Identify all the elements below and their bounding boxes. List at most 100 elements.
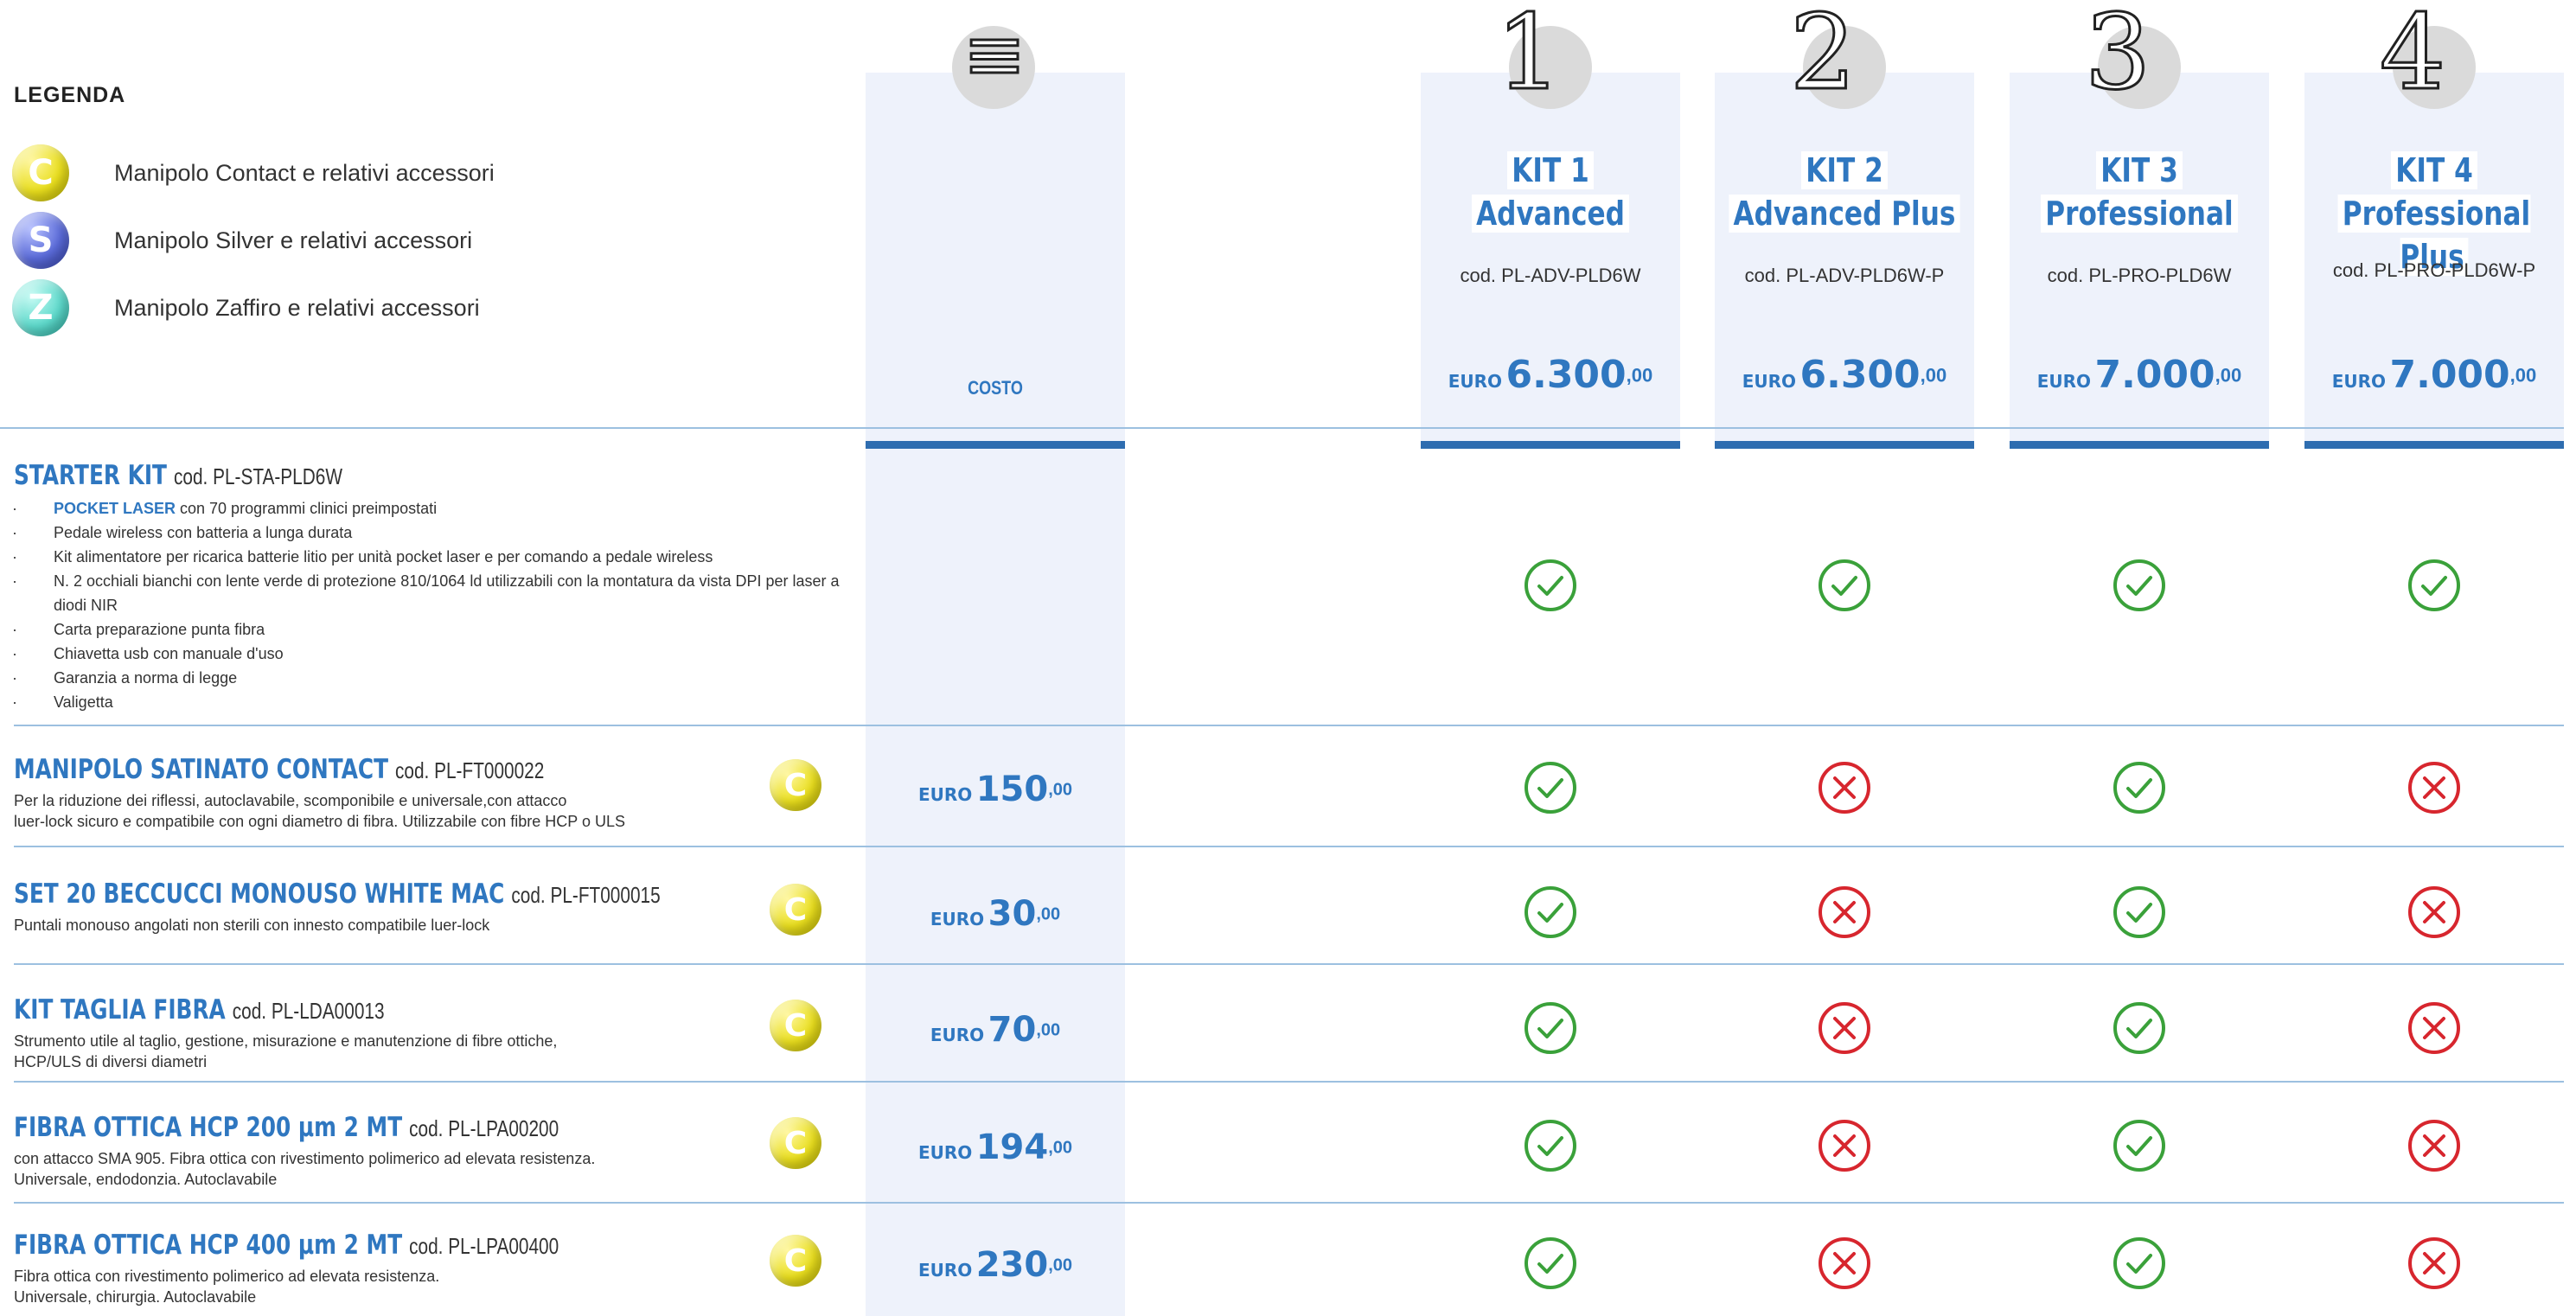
- product-code: cod. PL-FT000022: [395, 757, 545, 783]
- starter-bullet: Garanzia a norma di legge: [12, 666, 842, 690]
- product-desc-line: luer-lock sicuro e compatibile con ogni …: [14, 813, 625, 830]
- kit-price-currency: EURO: [1448, 371, 1503, 392]
- check-icon: [2113, 559, 2166, 612]
- kit-column-bar: [1715, 441, 1974, 449]
- product-description: Puntali monouso angolati non sterili con…: [14, 915, 757, 936]
- product-name: MANIPOLO SATINATO CONTACT: [14, 754, 389, 785]
- kit-price-cents: ,00: [1920, 364, 1947, 386]
- kit-price: EURO 6.300,00: [1421, 353, 1680, 397]
- cross-icon: [1818, 885, 1871, 939]
- kit-name: KIT 2: [1801, 151, 1888, 189]
- kit-price-amount: 7.000: [2094, 353, 2215, 397]
- product-code: cod. PL-LPA00200: [409, 1115, 559, 1141]
- product-price-amount: 70: [988, 1010, 1037, 1050]
- starter-bullet-text: Pedale wireless con batteria a lunga dur…: [54, 524, 353, 541]
- handpiece-s-icon: S: [12, 212, 69, 269]
- product-price-currency: EURO: [930, 1025, 985, 1045]
- row-divider: [14, 846, 2564, 847]
- product-price: EURO 70,00: [866, 1010, 1125, 1050]
- product-desc-line: HCP/ULS di diversi diametri: [14, 1053, 208, 1070]
- kit-title-line2: Advanced Plus: [1724, 192, 1966, 235]
- starter-bullet: Chiavetta usb con manuale d'uso: [12, 642, 842, 666]
- handpiece-contact-icon: C: [770, 884, 821, 936]
- header-divider: [0, 427, 2564, 429]
- check-icon: [1524, 1001, 1577, 1055]
- legend-item: S Manipolo Silver e relativi accessori: [12, 209, 472, 272]
- starter-bullet-text: N. 2 occhiali bianchi con lente verde di…: [54, 572, 840, 614]
- starter-code: cod. PL-STA-PLD6W: [173, 463, 342, 489]
- kit-number: 4: [2378, 0, 2446, 113]
- product-code: cod. PL-FT000015: [511, 882, 661, 908]
- starter-bullet: N. 2 occhiali bianchi con lente verde di…: [12, 569, 842, 617]
- product-code: cod. PL-LDA00013: [232, 998, 385, 1024]
- row-divider: [14, 963, 2564, 965]
- legend-item: C Manipolo Contact e relativi accessori: [12, 142, 495, 204]
- kit-number: 1: [1494, 0, 1563, 113]
- row-divider: [14, 1202, 2564, 1204]
- handpiece-c-icon: C: [12, 144, 69, 201]
- cross-icon: [1818, 1236, 1871, 1290]
- starter-bullet-text: Garanzia a norma di legge: [54, 669, 238, 687]
- kit-code: cod. PL-PRO-PLD6W-P: [2332, 259, 2536, 281]
- product-price-amount: 230: [975, 1245, 1049, 1285]
- check-icon: [2113, 1001, 2166, 1055]
- product-desc-line: con attacco SMA 905. Fibra ottica con ri…: [14, 1150, 596, 1167]
- cost-column-label: COSTO: [968, 377, 1023, 399]
- product-title: SET 20 BECCUCCI MONOUSO WHITE MAC cod. PL…: [14, 878, 661, 910]
- kit-number: 3: [2083, 0, 2151, 113]
- kit-price-currency: EURO: [2036, 371, 2092, 392]
- starter-bullet-text: con 70 programmi clinici preimpostati: [176, 500, 438, 517]
- product-desc-line: Universale, chirurgia. Autoclavabile: [14, 1288, 257, 1306]
- kit-price-cents: ,00: [2509, 364, 2537, 386]
- kit-price-cents: ,00: [2215, 364, 2242, 386]
- kit-price-amount: 6.300: [1799, 353, 1921, 397]
- check-icon: [1524, 885, 1577, 939]
- kit-column-bar: [2304, 441, 2564, 449]
- product-description: Per la riduzione dei riflessi, autoclava…: [14, 790, 757, 832]
- cross-icon: [2407, 885, 2461, 939]
- kit-price-currency: EURO: [1742, 371, 1797, 392]
- starter-bullet-text: Carta preparazione punta fibra: [54, 621, 265, 638]
- product-description: Fibra ottica con rivestimento polimerico…: [14, 1266, 757, 1307]
- product-price-cents: ,00: [1048, 780, 1073, 800]
- starter-bullet-text: Chiavetta usb con manuale d'uso: [54, 645, 284, 662]
- handpiece-contact-icon: C: [770, 759, 821, 811]
- check-icon: [1818, 559, 1871, 612]
- product-price: EURO 194,00: [866, 1128, 1125, 1167]
- starter-bullet: Valigetta: [12, 690, 842, 714]
- legend-item-label: Manipolo Zaffiro e relativi accessori: [114, 294, 480, 321]
- product-price-cents: ,00: [1036, 904, 1061, 924]
- kit-name: KIT 1: [1507, 151, 1594, 189]
- product-desc-line: Fibra ottica con rivestimento polimerico…: [14, 1268, 440, 1285]
- product-price: EURO 30,00: [866, 894, 1125, 934]
- starter-title: STARTER KIT cod. PL-STA-PLD6W: [14, 460, 342, 491]
- starter-bullet-text: Kit alimentatore per ricarica batterie l…: [54, 548, 713, 565]
- cost-column-bar: [866, 441, 1125, 449]
- product-price-amount: 30: [988, 894, 1037, 934]
- check-icon: [2113, 1119, 2166, 1172]
- product-price-amount: 194: [975, 1128, 1049, 1167]
- cross-icon: [2407, 761, 2461, 815]
- kit-name: KIT 3: [2096, 151, 2183, 189]
- kit-title-line1: KIT 4: [2314, 149, 2555, 192]
- product-desc-line: Strumento utile al taglio, gestione, mis…: [14, 1032, 558, 1050]
- kit-price: EURO 7.000,00: [2010, 353, 2269, 397]
- check-icon: [1524, 1236, 1577, 1290]
- starter-bullet: Carta preparazione punta fibra: [12, 617, 842, 642]
- product-desc-line: Puntali monouso angolati non sterili con…: [14, 917, 490, 934]
- row-divider: [14, 725, 2564, 726]
- kit-title-line2: Professional: [2019, 192, 2260, 235]
- kit-number: 2: [1788, 0, 1857, 113]
- product-title: KIT TAGLIA FIBRA cod. PL-LDA00013: [14, 994, 385, 1025]
- kit-title: KIT 2 Advanced Plus: [1724, 149, 1966, 235]
- handpiece-contact-icon: C: [770, 1117, 821, 1169]
- starter-bullet-list: POCKET LASER con 70 programmi clinici pr…: [12, 496, 842, 714]
- product-price-currency: EURO: [917, 1142, 973, 1163]
- legend-item: Z Manipolo Zaffiro e relativi accessori: [12, 277, 480, 339]
- product-price-currency: EURO: [930, 909, 985, 930]
- product-desc-line: Universale, endodonzia. Autoclavabile: [14, 1171, 278, 1188]
- kit-title-line1: KIT 3: [2019, 149, 2260, 192]
- kit-name: KIT 4: [2391, 151, 2477, 189]
- kit-price: EURO 7.000,00: [2304, 353, 2564, 397]
- product-price: EURO 150,00: [866, 770, 1125, 809]
